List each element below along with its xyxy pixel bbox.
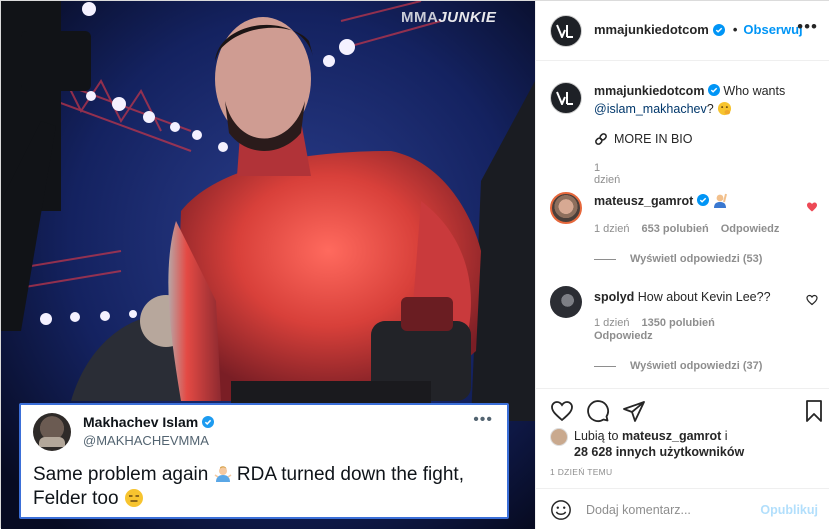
comment-likes[interactable]: 1350 polubień	[641, 317, 714, 330]
likes-summary: Lubią to mateusz_gamrot i 28 628 innych …	[550, 428, 744, 460]
instagram-post: MMAJUNKIE Makhachev Islam @MAKHACHEVMMA …	[0, 0, 829, 529]
comment-text: mateusz_gamrot	[594, 192, 824, 210]
follow-button[interactable]: Obserwuj	[743, 22, 802, 37]
mmajunkie-logo-icon	[556, 91, 573, 105]
verified-badge-icon	[707, 84, 720, 96]
embedded-tweet: Makhachev Islam @MAKHACHEVMMA ••• Same p…	[19, 403, 509, 519]
comment-username[interactable]: mateusz_gamrot	[594, 194, 693, 208]
verified-badge-icon	[712, 23, 725, 36]
post-actions-bar	[536, 388, 829, 428]
caption-text: mmajunkiedotcom Who wants @islam_makhach…	[594, 84, 786, 116]
caption-time[interactable]: 1 dzień	[594, 162, 620, 186]
caption-bio-line: MORE IN BIO	[594, 132, 692, 146]
replies-line	[594, 365, 616, 367]
liker-username[interactable]: mateusz_gamrot	[622, 429, 721, 443]
face-with-hand-emoji-icon	[718, 101, 732, 116]
like-heart-icon[interactable]	[550, 399, 574, 423]
mmajunkie-logo-icon	[556, 24, 573, 38]
comment-likes[interactable]: 653 polubień	[641, 223, 708, 235]
liker-avatar[interactable]	[550, 428, 568, 446]
mmajunkie-watermark: MMAJUNKIE	[401, 9, 497, 26]
view-replies-button[interactable]: Wyświetl odpowiedzi (53)	[594, 253, 762, 265]
comment-time[interactable]: 1 dzień	[594, 223, 629, 235]
link-icon	[595, 133, 607, 145]
save-bookmark-icon[interactable]	[802, 399, 826, 423]
person-raising-hand-emoji-icon	[714, 193, 728, 208]
comment-avatar[interactable]	[550, 192, 582, 224]
tweet-avatar	[33, 413, 71, 451]
man-shrugging-emoji-icon	[214, 466, 232, 482]
author-avatar[interactable]	[550, 15, 582, 47]
comment-meta: 1 dzień 1350 polubień Odpowiedz	[594, 317, 774, 343]
comment-like-heart-icon[interactable]	[806, 294, 818, 306]
share-paper-plane-icon[interactable]	[622, 399, 646, 423]
comment-input[interactable]	[586, 499, 762, 521]
emoji-picker-icon[interactable]	[550, 499, 572, 521]
comment-liked-heart-icon[interactable]	[806, 201, 818, 213]
comments-section: mmajunkiedotcom Who wants @islam_makhach…	[536, 62, 829, 388]
comment-reply-button[interactable]: Odpowiedz	[594, 330, 653, 343]
comment-avatar[interactable]	[550, 286, 582, 318]
more-options-icon[interactable]: •••	[797, 17, 818, 37]
tweet-handle: @MAKHACHEVMMA	[83, 433, 209, 448]
comment-reply-button[interactable]: Odpowiedz	[721, 223, 780, 235]
caption-mention[interactable]: @islam_makhachev	[594, 102, 707, 116]
replies-line	[594, 258, 616, 260]
author-username-row: mmajunkiedotcom • Obserwuj	[594, 22, 803, 37]
tweet-text: Same problem again RDA turned down the f…	[33, 464, 464, 509]
expressionless-face-emoji-icon	[124, 489, 143, 507]
comment-meta: 1 dzień 653 polubień Odpowiedz	[594, 223, 779, 235]
comment-username[interactable]: spolyd	[594, 290, 634, 304]
verified-badge-icon	[202, 416, 215, 428]
add-comment-bar: Opublikuj	[536, 488, 829, 529]
likes-count[interactable]: 28 628 innych użytkowników	[574, 445, 744, 459]
separator-dot: •	[732, 22, 738, 37]
comment-bubble-icon[interactable]	[586, 399, 610, 423]
verified-badge-icon	[696, 194, 709, 206]
caption-username[interactable]: mmajunkiedotcom	[594, 84, 704, 98]
post-details-panel: mmajunkiedotcom • Obserwuj ••• mmajunkie…	[535, 1, 829, 529]
tweet-more-icon: •••	[473, 411, 493, 428]
comment-time[interactable]: 1 dzień	[594, 317, 629, 330]
tweet-author-name: Makhachev Islam	[83, 414, 215, 430]
author-username[interactable]: mmajunkiedotcom	[594, 22, 709, 37]
publish-button[interactable]: Opublikuj	[760, 503, 818, 517]
caption-meta: 1 dzień	[594, 162, 620, 186]
post-timestamp[interactable]: 1 DZIEŃ TEMU	[550, 467, 612, 477]
comment-text: spolyd How about Kevin Lee??	[594, 290, 771, 304]
post-header: mmajunkiedotcom • Obserwuj •••	[536, 1, 829, 61]
view-replies-button[interactable]: Wyświetl odpowiedzi (37)	[594, 360, 762, 372]
post-image[interactable]: MMAJUNKIE Makhachev Islam @MAKHACHEVMMA …	[1, 1, 535, 529]
caption-avatar[interactable]	[550, 82, 582, 114]
